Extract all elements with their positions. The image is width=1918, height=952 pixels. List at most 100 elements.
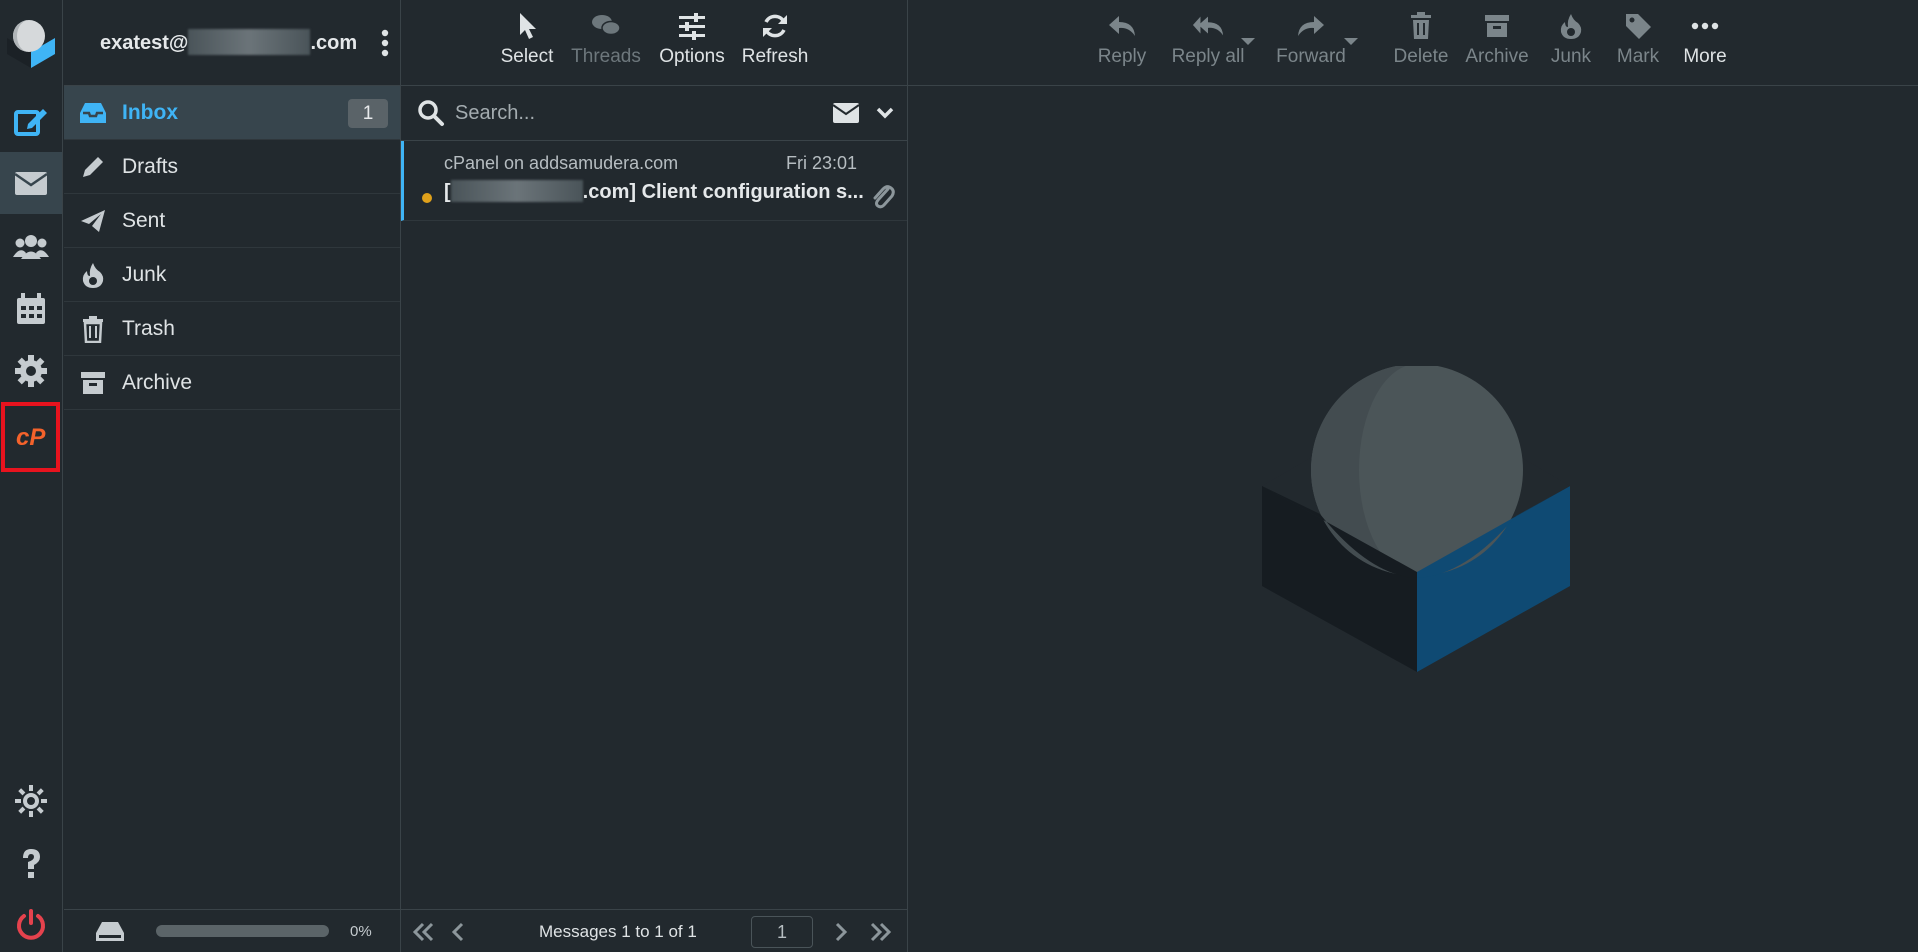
folder-label: Sent bbox=[122, 208, 166, 232]
reply-button[interactable]: Reply bbox=[1082, 10, 1162, 76]
select-label: Select bbox=[500, 46, 554, 67]
sliders-icon bbox=[676, 10, 708, 42]
message-row[interactable]: cPanel on addsamudera.com Fri 23:01 [ .co… bbox=[401, 141, 907, 221]
forward-label: Forward bbox=[1276, 46, 1346, 67]
threads-label: Threads bbox=[571, 46, 641, 67]
contacts-icon[interactable] bbox=[0, 216, 62, 278]
compose-icon[interactable] bbox=[0, 90, 62, 152]
cursor-pointer-icon bbox=[511, 10, 543, 42]
delete-button[interactable]: Delete bbox=[1381, 10, 1461, 76]
message-preview-pane: Reply Reply all Forward Delete Archive J… bbox=[908, 0, 1918, 952]
appearance-sun-icon[interactable] bbox=[0, 770, 62, 832]
folder-label: Trash bbox=[122, 316, 175, 340]
list-toolbar: Select Threads Options Refresh bbox=[401, 0, 907, 86]
logout-power-icon[interactable] bbox=[0, 894, 62, 952]
help-icon[interactable] bbox=[0, 832, 62, 894]
threads-button[interactable]: Threads bbox=[566, 10, 646, 76]
refresh-icon bbox=[759, 10, 791, 42]
envelope-filter-icon[interactable] bbox=[831, 101, 861, 125]
calendar-icon[interactable] bbox=[0, 278, 62, 340]
pagination-status: Messages 1 to 1 of 1 bbox=[539, 922, 697, 941]
redaction-blur bbox=[450, 179, 583, 202]
folder-drafts[interactable]: Drafts bbox=[64, 140, 400, 194]
unread-dot-icon[interactable] bbox=[422, 193, 432, 203]
message-from: cPanel on addsamudera.com bbox=[444, 153, 679, 173]
junk-label: Junk bbox=[1550, 46, 1592, 67]
refresh-label: Refresh bbox=[741, 46, 809, 67]
quota-percent: 0% bbox=[350, 922, 372, 940]
forward-arrow-icon bbox=[1295, 10, 1327, 42]
search-icon[interactable] bbox=[417, 99, 445, 127]
more-label: More bbox=[1683, 46, 1727, 67]
unread-count-badge: 1 bbox=[348, 99, 388, 128]
folder-trash[interactable]: Trash bbox=[64, 302, 400, 356]
page-number-input[interactable] bbox=[751, 916, 813, 948]
redaction-blur bbox=[188, 28, 311, 55]
search-input[interactable] bbox=[455, 101, 795, 125]
settings-gear-icon[interactable] bbox=[0, 340, 62, 402]
app-rail: cP bbox=[0, 0, 214, 952]
folder-label: Archive bbox=[122, 370, 193, 394]
delete-label: Delete bbox=[1393, 46, 1449, 67]
quota-bar-area: 0% bbox=[64, 909, 400, 952]
folder-inbox[interactable]: Inbox 1 bbox=[64, 86, 400, 140]
first-page-icon[interactable] bbox=[411, 919, 437, 945]
pagination-bar: Messages 1 to 1 of 1 bbox=[401, 909, 907, 952]
forward-dropdown-caret-icon[interactable] bbox=[1344, 38, 1358, 45]
message-subject: [ .com] Client configuration s... bbox=[444, 179, 864, 204]
search-bar bbox=[401, 86, 907, 141]
account-name: exatest@ .com bbox=[100, 28, 358, 55]
reply-arrow-icon bbox=[1106, 10, 1138, 42]
cpanel-highlight-box bbox=[1, 402, 60, 472]
chat-bubbles-icon bbox=[590, 10, 622, 42]
mark-label: Mark bbox=[1616, 46, 1660, 67]
message-toolbar: Reply Reply all Forward Delete Archive J… bbox=[908, 0, 1918, 86]
pencil-icon bbox=[78, 152, 108, 182]
options-button[interactable]: Options bbox=[652, 10, 732, 76]
folder-label: Drafts bbox=[122, 154, 179, 178]
message-list-panel: Select Threads Options Refresh Search...… bbox=[401, 0, 908, 952]
folder-label: Inbox bbox=[122, 100, 178, 124]
tag-icon bbox=[1622, 10, 1654, 42]
roundcube-watermark-logo-icon bbox=[1260, 366, 1570, 676]
subject-prefix: [ bbox=[444, 181, 451, 203]
flame-icon bbox=[1555, 10, 1587, 42]
folder-archive[interactable]: Archive bbox=[64, 356, 400, 410]
trash-icon bbox=[78, 314, 108, 344]
account-name-prefix: exatest@ bbox=[100, 32, 189, 54]
account-name-suffix: .com bbox=[310, 32, 358, 54]
reply-all-label: Reply all bbox=[1171, 46, 1245, 67]
paper-plane-icon bbox=[78, 206, 108, 236]
refresh-button[interactable]: Refresh bbox=[735, 10, 815, 76]
inbox-icon bbox=[78, 98, 108, 128]
paperclip-attachment-icon bbox=[871, 183, 895, 211]
chevron-down-icon[interactable] bbox=[875, 103, 895, 123]
folder-label: Junk bbox=[122, 262, 167, 286]
message-date: Fri 23:01 bbox=[785, 153, 857, 173]
archive-box-icon bbox=[78, 368, 108, 398]
archive-button[interactable]: Archive bbox=[1457, 10, 1537, 76]
archive-label: Archive bbox=[1465, 46, 1529, 67]
select-button[interactable]: Select bbox=[487, 10, 567, 76]
next-page-icon[interactable] bbox=[827, 919, 853, 945]
archive-box-icon bbox=[1481, 10, 1513, 42]
mail-icon[interactable] bbox=[0, 152, 62, 214]
hard-drive-icon bbox=[94, 919, 126, 943]
subject-suffix: .com] Client configuration s... bbox=[582, 181, 864, 203]
quota-progress-bar bbox=[156, 925, 329, 937]
more-dots-icon bbox=[1689, 10, 1721, 42]
reply-all-arrow-icon bbox=[1192, 10, 1224, 42]
more-button[interactable]: More bbox=[1665, 10, 1745, 76]
roundcube-logo-icon[interactable] bbox=[3, 14, 59, 70]
reply-label: Reply bbox=[1097, 46, 1147, 67]
folder-sent[interactable]: Sent bbox=[64, 194, 400, 248]
account-header: exatest@ .com bbox=[64, 0, 400, 86]
account-menu-kebab-icon[interactable] bbox=[380, 28, 390, 58]
previous-page-icon[interactable] bbox=[446, 919, 472, 945]
folder-panel: exatest@ .com Inbox 1 Drafts Sent Junk Tr… bbox=[64, 0, 401, 952]
folder-junk[interactable]: Junk bbox=[64, 248, 400, 302]
reply-all-dropdown-caret-icon[interactable] bbox=[1241, 38, 1255, 45]
options-label: Options bbox=[659, 46, 725, 67]
trash-icon bbox=[1405, 10, 1437, 42]
last-page-icon[interactable] bbox=[867, 919, 893, 945]
